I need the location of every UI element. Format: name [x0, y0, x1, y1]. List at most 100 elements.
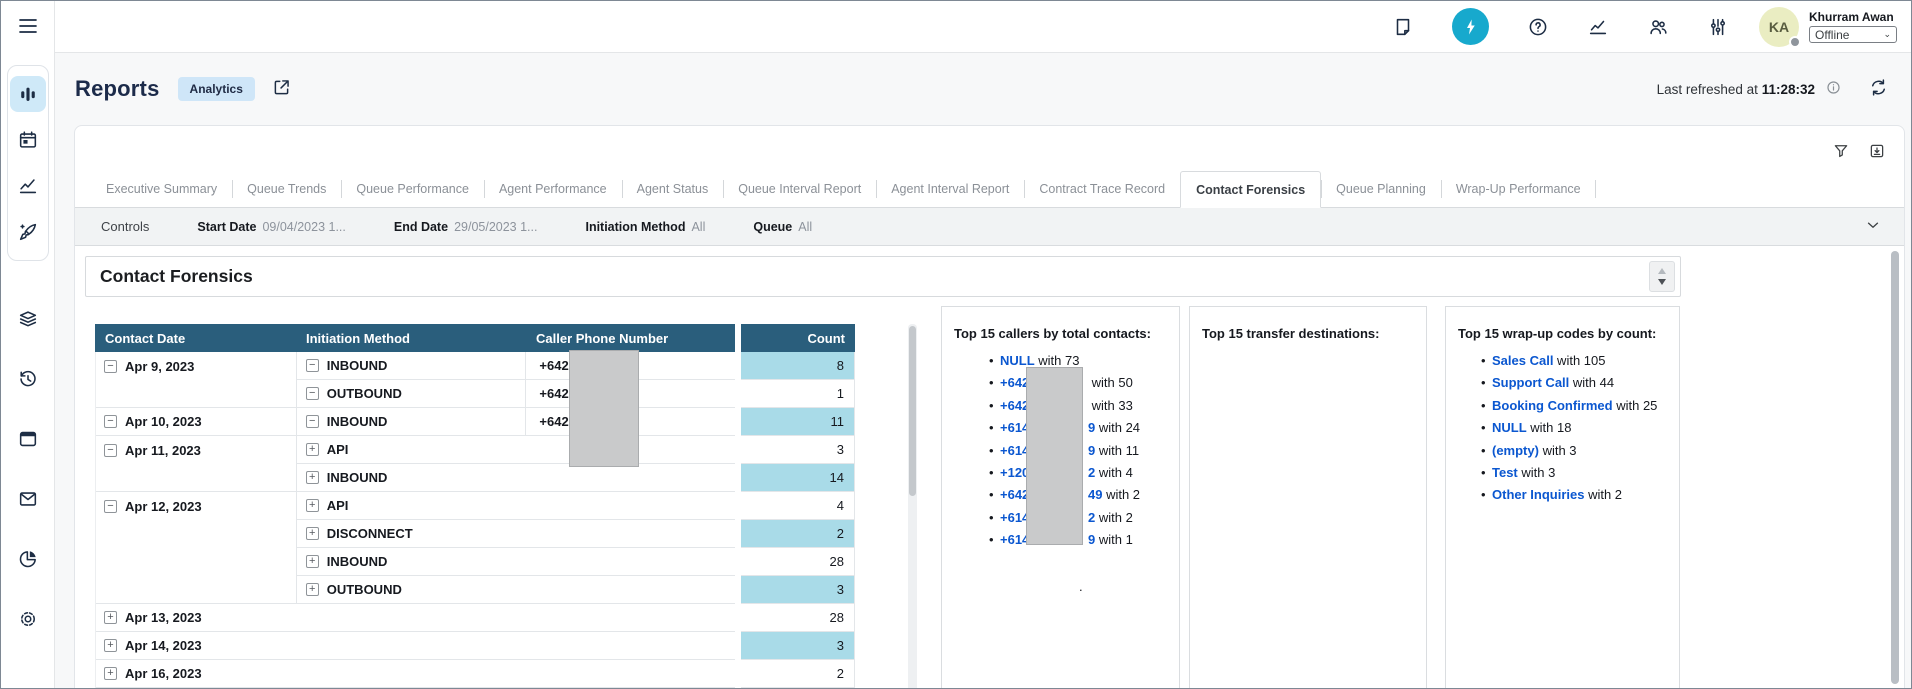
- download-icon[interactable]: [1868, 142, 1886, 163]
- collapse-toggle-icon[interactable]: −: [104, 500, 117, 513]
- quick-connect-bolt-icon[interactable]: [1452, 8, 1489, 45]
- notepad-icon[interactable]: [1392, 16, 1414, 38]
- expand-toggle-icon[interactable]: +: [306, 583, 319, 596]
- help-icon[interactable]: [1527, 16, 1549, 38]
- sidebar-item-design[interactable]: [10, 214, 46, 250]
- contact-date-cell: [96, 380, 297, 408]
- caller-phone-cell: [526, 464, 735, 492]
- filter-queue[interactable]: QueueAll: [753, 220, 812, 234]
- expand-toggle-icon[interactable]: +: [306, 527, 319, 540]
- metrics-icon[interactable]: [1587, 16, 1609, 38]
- expand-toggle-icon[interactable]: +: [306, 443, 319, 456]
- initiation-method-cell: [297, 632, 527, 660]
- caller-number-link[interactable]: NULL: [1000, 353, 1035, 368]
- info-icon[interactable]: [1825, 79, 1842, 99]
- expand-toggle-icon[interactable]: +: [104, 639, 117, 652]
- count-cell: 28: [741, 604, 855, 632]
- caller-number-link[interactable]: +642: [1000, 375, 1029, 390]
- page-scrollbar-thumb[interactable]: [1891, 251, 1899, 684]
- external-link-icon[interactable]: [271, 77, 292, 101]
- sidebar-item-mail[interactable]: [10, 481, 46, 517]
- sidebar-item-browser[interactable]: [10, 421, 46, 457]
- caller-number-link[interactable]: 9: [1088, 532, 1095, 547]
- sidebar-item-reports-pie[interactable]: [10, 541, 46, 577]
- expand-toggle-icon[interactable]: +: [104, 611, 117, 624]
- tab-contract-trace-record[interactable]: Contract Trace Record: [1024, 171, 1180, 207]
- bar-chart-icon: [17, 83, 39, 105]
- table-scrollbar-thumb[interactable]: [909, 326, 916, 496]
- tab-contact-forensics[interactable]: Contact Forensics: [1180, 171, 1321, 208]
- sidebar-item-history[interactable]: [10, 361, 46, 397]
- sidebar-item-settings[interactable]: [10, 601, 46, 637]
- tab-queue-performance[interactable]: Queue Performance: [341, 171, 484, 207]
- wrapup-code-link[interactable]: Other Inquiries: [1492, 487, 1584, 502]
- count-cell: 3: [741, 632, 855, 660]
- wrapup-code-link[interactable]: NULL: [1492, 420, 1527, 435]
- status-select[interactable]: Offline ⌄: [1809, 26, 1897, 43]
- step-down-icon[interactable]: [1656, 279, 1668, 286]
- preferences-sliders-icon[interactable]: [1707, 16, 1729, 38]
- step-up-icon[interactable]: [1656, 268, 1668, 275]
- collapse-toggle-icon[interactable]: −: [104, 444, 117, 457]
- initiation-method-cell: +INBOUND: [297, 464, 527, 492]
- table-row: −Apr 12, 2023+API4: [96, 492, 855, 520]
- expand-toggle-icon[interactable]: +: [306, 471, 319, 484]
- caller-number-link[interactable]: +642: [1000, 398, 1029, 413]
- expand-toggle-icon[interactable]: +: [104, 667, 117, 680]
- tab-queue-planning[interactable]: Queue Planning: [1321, 171, 1441, 207]
- filter-start-date[interactable]: Start Date09/04/2023 1...: [197, 220, 345, 234]
- collapse-toggle-icon[interactable]: −: [306, 415, 319, 428]
- filter-initiation-method[interactable]: Initiation MethodAll: [585, 220, 705, 234]
- caller-number-link[interactable]: +614: [1000, 420, 1029, 435]
- wrapup-code-link[interactable]: Support Call: [1492, 375, 1569, 390]
- section-titlebox: Contact Forensics: [85, 256, 1681, 297]
- tab-agent-interval-report[interactable]: Agent Interval Report: [876, 171, 1024, 207]
- expand-toggle-icon[interactable]: +: [306, 499, 319, 512]
- menu-icon[interactable]: [16, 14, 40, 38]
- collapse-toggle-icon[interactable]: −: [306, 359, 319, 372]
- caller-number-link[interactable]: +120: [1000, 465, 1029, 480]
- tab-agent-status[interactable]: Agent Status: [622, 171, 724, 207]
- wrapup-code-link[interactable]: (empty): [1492, 443, 1539, 458]
- line-chart-icon: [17, 175, 39, 197]
- caller-number-link[interactable]: +614: [1000, 443, 1029, 458]
- wrapup-code-link[interactable]: Test: [1492, 465, 1518, 480]
- caller-number-link[interactable]: 2: [1088, 465, 1095, 480]
- sidebar-item-layers[interactable]: [10, 301, 46, 337]
- caller-number-link[interactable]: 2: [1088, 510, 1095, 525]
- caller-number-link[interactable]: +642: [1000, 487, 1029, 502]
- initiation-method-cell: [297, 604, 527, 632]
- history-icon: [17, 368, 39, 390]
- refresh-icon[interactable]: [1868, 77, 1889, 101]
- collapse-toggle-icon[interactable]: −: [306, 387, 319, 400]
- collapse-toggle-icon[interactable]: −: [104, 360, 117, 373]
- sidebar-item-metrics[interactable]: [10, 168, 46, 204]
- tab-agent-performance[interactable]: Agent Performance: [484, 171, 622, 207]
- caller-number-link[interactable]: 49: [1088, 487, 1102, 502]
- sidebar-item-dashboards[interactable]: [10, 76, 46, 112]
- caller-number-link[interactable]: +614: [1000, 532, 1029, 547]
- caller-number-link[interactable]: 9: [1088, 443, 1095, 458]
- initiation-method: API: [327, 442, 349, 457]
- topbar: KA Khurram Awan Offline ⌄: [55, 1, 1911, 53]
- chevron-down-icon[interactable]: [1864, 216, 1882, 237]
- initiation-method-cell: +OUTBOUND: [297, 576, 527, 604]
- contacts-icon[interactable]: [1647, 16, 1669, 38]
- tab-wrap-up-performance[interactable]: Wrap-Up Performance: [1441, 171, 1596, 207]
- tab-queue-interval-report[interactable]: Queue Interval Report: [723, 171, 876, 207]
- avatar[interactable]: KA: [1759, 7, 1799, 47]
- sidebar-item-calendar[interactable]: [10, 122, 46, 158]
- select-caret-icon: ⌄: [1883, 29, 1891, 40]
- filter-icon[interactable]: [1832, 142, 1850, 163]
- wrapup-list-item: Test with 3: [1492, 462, 1679, 484]
- collapse-toggle-icon[interactable]: −: [104, 415, 117, 428]
- wrapup-code-link[interactable]: Sales Call: [1492, 353, 1553, 368]
- caller-number-link[interactable]: 9: [1088, 420, 1095, 435]
- count-cell: 8: [741, 352, 855, 380]
- caller-number-link[interactable]: +614: [1000, 510, 1029, 525]
- wrapup-code-link[interactable]: Booking Confirmed: [1492, 398, 1613, 413]
- filter-end-date[interactable]: End Date29/05/2023 1...: [394, 220, 538, 234]
- expand-toggle-icon[interactable]: +: [306, 555, 319, 568]
- tab-queue-trends[interactable]: Queue Trends: [232, 171, 341, 207]
- tab-executive-summary[interactable]: Executive Summary: [91, 171, 232, 207]
